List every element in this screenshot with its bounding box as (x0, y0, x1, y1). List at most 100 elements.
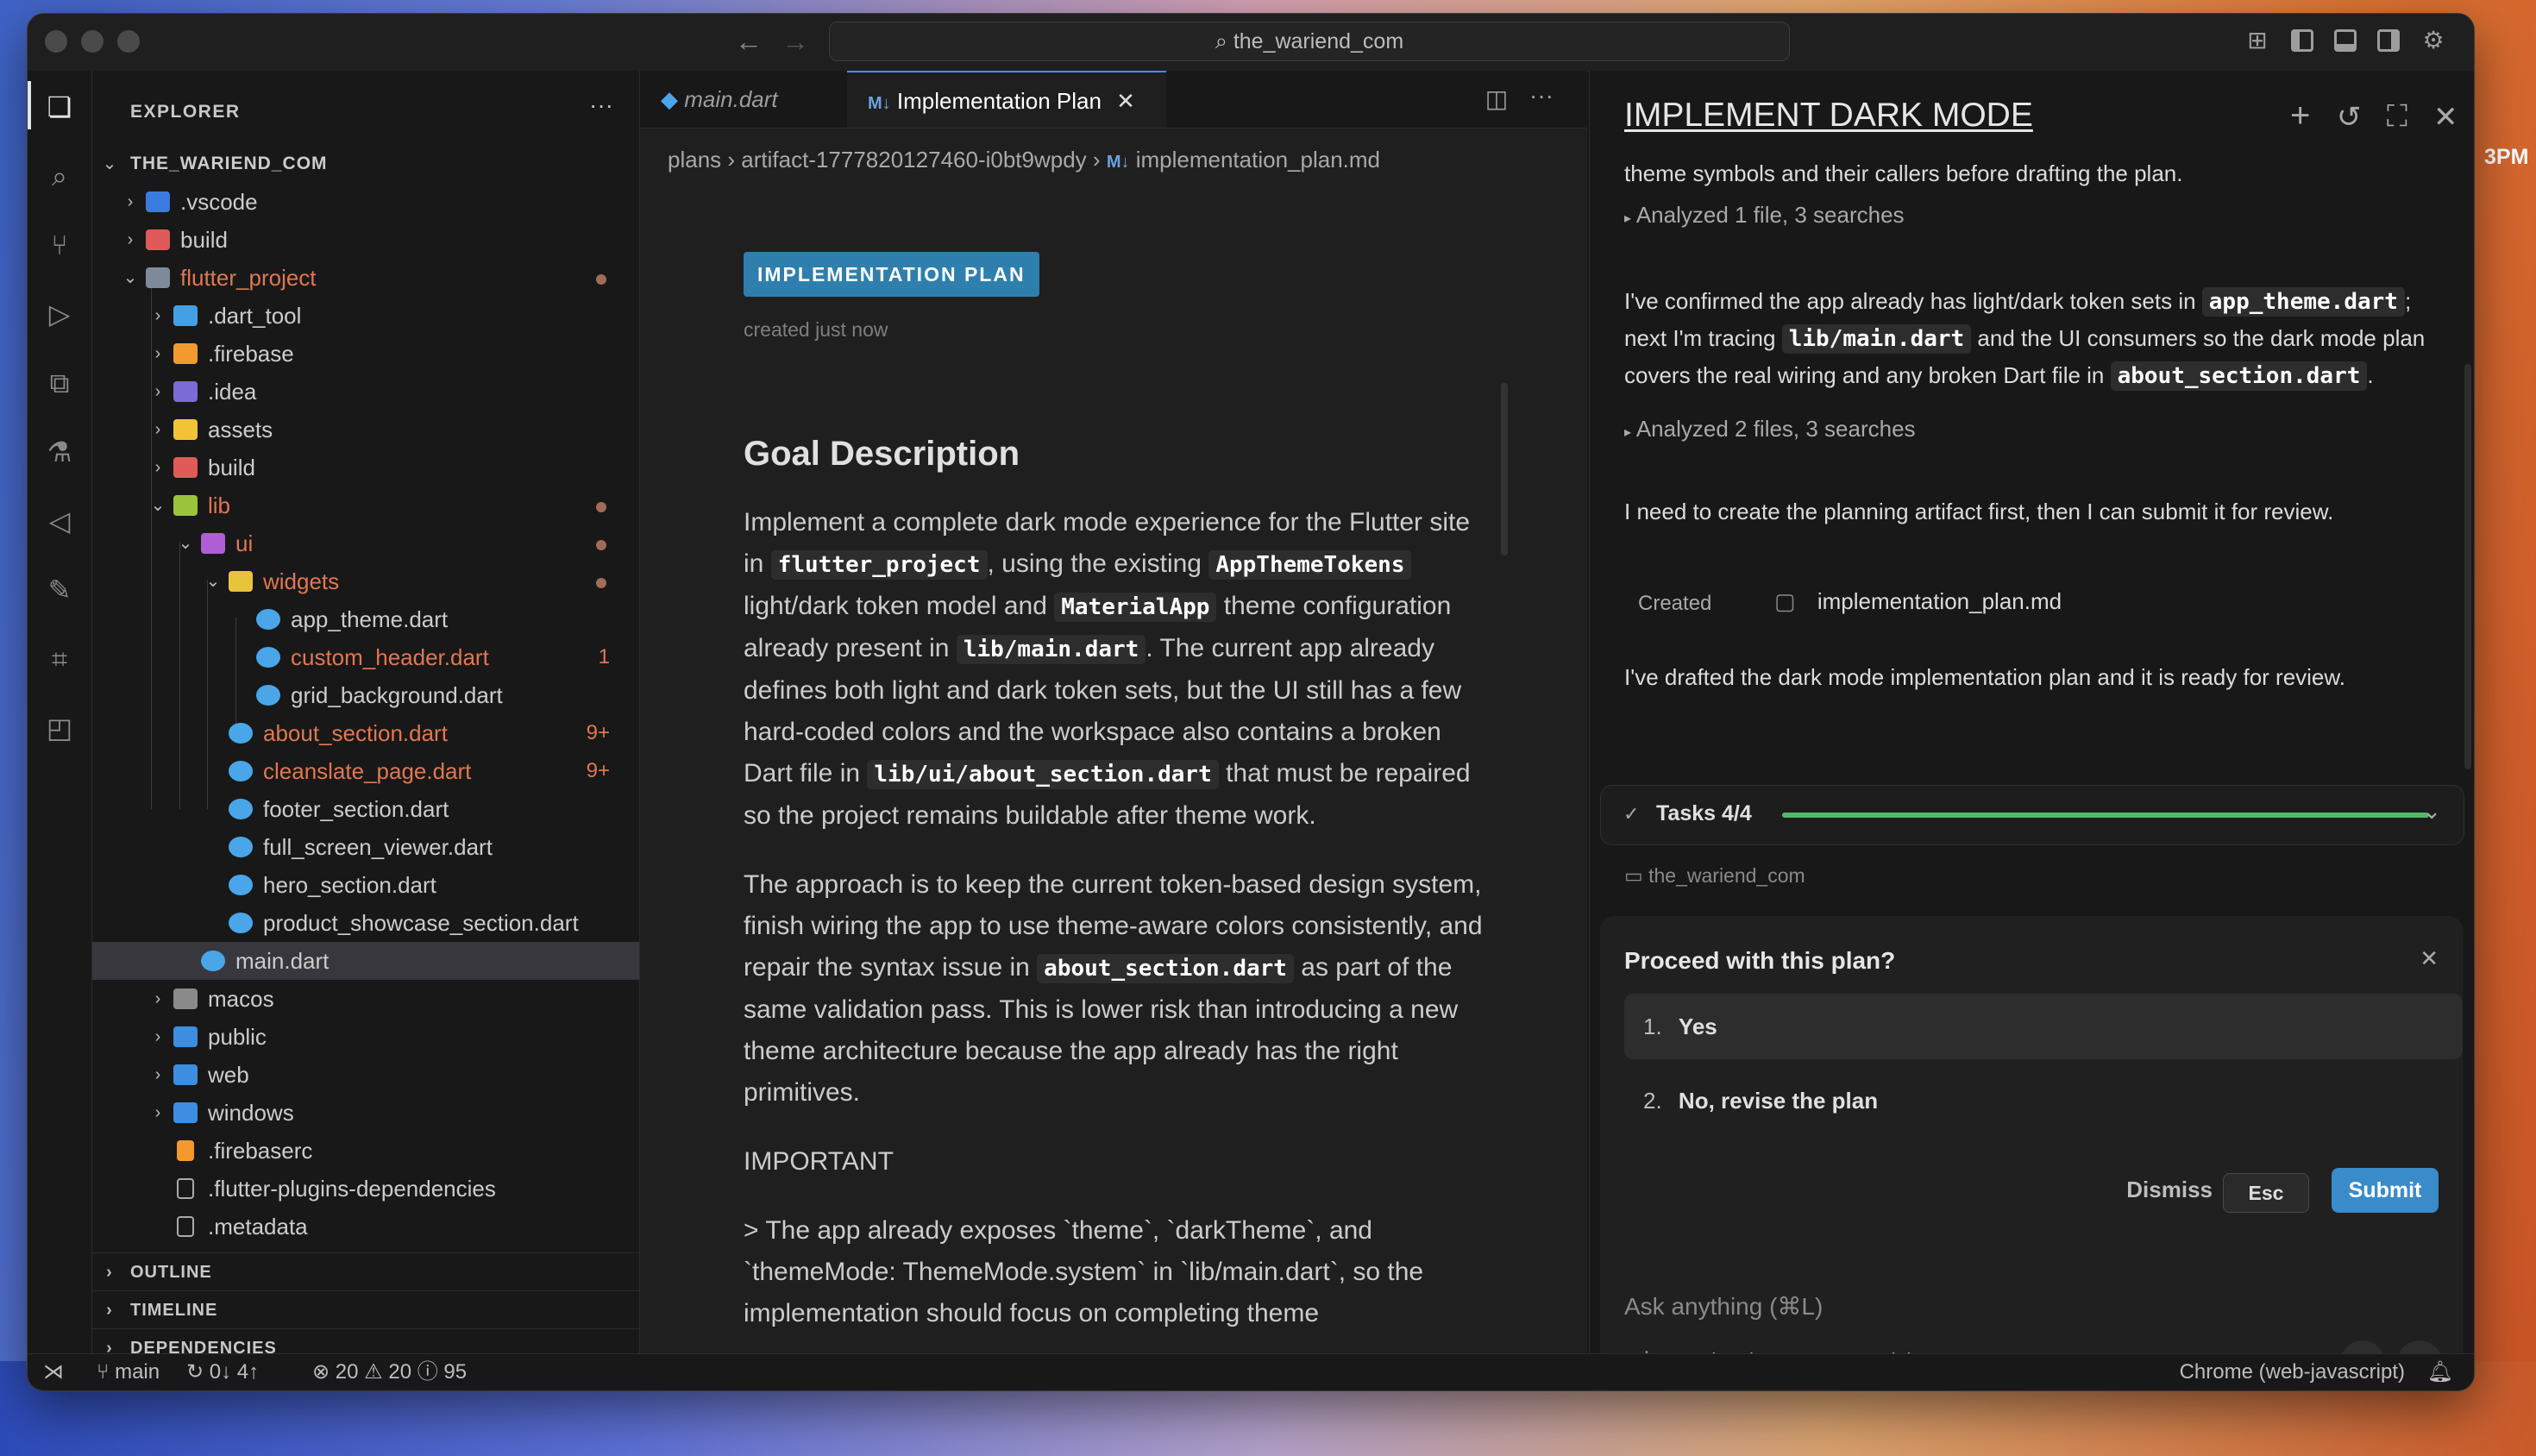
forward-arrow-icon[interactable]: → (782, 26, 809, 58)
folder-icon (173, 1102, 198, 1123)
tree-folder-flutter-project[interactable]: ⌄ flutter_project (92, 259, 639, 297)
testing-flask-icon[interactable]: ⚗ (44, 436, 75, 468)
tree-file-firebaserc[interactable]: .firebaserc (92, 1132, 639, 1170)
new-chat-plus-icon[interactable]: + (2290, 97, 2310, 135)
tree-folder-build-2[interactable]: › build (92, 449, 639, 486)
explorer-files-icon[interactable]: ❏ (44, 91, 75, 122)
folder-icon (173, 305, 198, 326)
tree-folder-vscode[interactable]: › .vscode (92, 183, 639, 221)
tree-folder-ui[interactable]: ⌄ ui (92, 524, 639, 562)
folder-icon (173, 988, 198, 1009)
tree-folder-dart-tool[interactable]: › .dart_tool (92, 297, 639, 335)
tree-folder-assets[interactable]: › assets (92, 411, 639, 449)
minimize-window-button[interactable] (81, 30, 104, 53)
language-mode[interactable]: Chrome (web-javascript) (2180, 1354, 2405, 1390)
esc-key-hint: Esc (2223, 1173, 2309, 1213)
tree-file-main[interactable]: main.dart (92, 942, 639, 980)
tree-file-full-screen-viewer[interactable]: full_screen_viewer.dart (92, 828, 639, 866)
tree-folder-build[interactable]: › build (92, 221, 639, 259)
tree-folder-widgets[interactable]: ⌄ widgets (92, 562, 639, 600)
tree-file-custom-header[interactable]: custom_header.dart 1 (92, 638, 639, 676)
breadcrumb-segment[interactable]: artifact-1777820127460-i0bt9wpdy (741, 147, 1086, 173)
analyzed-summary-toggle[interactable]: ▸ Analyzed 2 files, 3 searches (1624, 416, 1916, 442)
problems-status[interactable]: ⊗ 20 ⚠ 20 ⓘ 95 (312, 1354, 467, 1390)
edit-pen-icon[interactable]: ✎ (44, 574, 75, 606)
checkmark-icon: ✓ (1623, 803, 1640, 825)
close-window-button[interactable] (45, 30, 67, 53)
tree-file-metadata[interactable]: .metadata (92, 1208, 639, 1246)
tab-implementation-plan[interactable]: M↓ Implementation Plan ✕ (847, 71, 1166, 128)
workspace-root[interactable]: ⌄ THE_WARIEND_COM (92, 145, 639, 183)
back-arrow-icon[interactable]: ← (735, 26, 763, 58)
more-actions-icon[interactable]: ··· (589, 91, 613, 119)
tree-file-grid-background[interactable]: grid_background.dart (92, 676, 639, 714)
remote-explorer-icon[interactable]: ⌗ (44, 643, 75, 675)
dart-file-icon (256, 609, 280, 630)
more-actions-icon[interactable]: ··· (1529, 83, 1554, 109)
branch-status[interactable]: ⑂ main (97, 1354, 160, 1390)
editor-scrollbar[interactable] (1501, 383, 1508, 555)
option-revise[interactable]: 2. No, revise the plan (1624, 1068, 2463, 1133)
timeline-section[interactable]: › TIMELINE (92, 1290, 639, 1329)
info-icon: ⓘ (417, 1360, 438, 1384)
toggle-primary-sidebar-icon[interactable] (2291, 29, 2313, 52)
remote-indicator-icon[interactable]: ⋊ (43, 1354, 64, 1390)
tasks-progress-bar[interactable]: ✓ Tasks 4/4 ⌄ (1600, 785, 2464, 845)
explorer-sidebar: EXPLORER ··· ⌄ THE_WARIEND_COM › .vscode … (92, 71, 640, 1358)
tree-folder-public[interactable]: › public (92, 1018, 639, 1056)
dart-file-icon (256, 647, 280, 668)
notifications-bell-icon[interactable]: 🔔︎ (2427, 1354, 2453, 1390)
tree-file-app-theme[interactable]: app_theme.dart (92, 600, 639, 638)
tree-folder-idea[interactable]: › .idea (92, 373, 639, 411)
settings-gear-icon[interactable]: ⚙ (2420, 28, 2446, 53)
option-yes[interactable]: 1. Yes (1624, 994, 2463, 1059)
tab-main-dart[interactable]: ◆ main.dart (640, 71, 847, 128)
search-icon[interactable]: ⌕ (44, 160, 75, 191)
tree-file-flutter-plugins[interactable]: .flutter-plugins-dependencies (92, 1170, 639, 1208)
submit-button[interactable]: Submit (2332, 1168, 2439, 1213)
goal-heading: Goal Description (744, 435, 1020, 473)
flutter-icon[interactable]: ◁ (44, 505, 75, 537)
sync-status[interactable]: ↻ 0↓ 4↑ (186, 1354, 259, 1390)
tree-folder-macos[interactable]: › macos (92, 980, 639, 1018)
extensions-icon[interactable]: ⧉ (44, 367, 75, 399)
menu-bar-clock: 3PM (2484, 145, 2529, 169)
tree-file-about-section[interactable]: about_section.dart 9+ (92, 714, 639, 752)
tree-file-product-showcase[interactable]: product_showcase_section.dart (92, 904, 639, 942)
close-panel-icon[interactable]: ✕ (2433, 100, 2458, 135)
breadcrumb-segment[interactable]: implementation_plan.md (1136, 147, 1380, 173)
toggle-secondary-sidebar-icon[interactable] (2377, 29, 2400, 52)
outline-section[interactable]: › OUTLINE (92, 1252, 639, 1291)
panel-scrollbar[interactable] (2464, 364, 2471, 769)
tree-folder-firebase[interactable]: › .firebase (92, 335, 639, 373)
breadcrumb-segment[interactable]: plans (668, 147, 721, 173)
dart-file-icon (256, 685, 280, 706)
quote-paragraph: > The app already exposes `theme`, `dark… (744, 1216, 1424, 1327)
ask-anything-input[interactable]: Ask anything (⌘L) (1624, 1292, 1823, 1321)
tree-file-hero-section[interactable]: hero_section.dart (92, 866, 639, 904)
dart-file-icon (229, 799, 253, 819)
problem-count-badge: 9+ (586, 759, 610, 782)
tree-file-cleanslate-page[interactable]: cleanslate_page.dart 9+ (92, 752, 639, 790)
customize-layout-icon[interactable]: ⊞ (2244, 28, 2270, 53)
source-control-icon[interactable]: ⑂ (44, 229, 75, 260)
split-editor-icon[interactable]: ◫ (1484, 86, 1510, 112)
tree-folder-windows[interactable]: › windows (92, 1094, 639, 1132)
close-dialog-icon[interactable]: ✕ (2420, 945, 2439, 972)
tree-file-footer-section[interactable]: footer_section.dart (92, 790, 639, 828)
history-icon[interactable]: ↺ (2337, 100, 2362, 135)
preview-icon[interactable]: ◰ (44, 712, 75, 744)
dismiss-button[interactable]: Dismiss (2126, 1177, 2213, 1203)
fullscreen-icon[interactable]: ⛶ (2387, 100, 2407, 134)
tree-folder-lib[interactable]: ⌄ lib (92, 486, 639, 524)
close-tab-icon[interactable]: ✕ (1116, 88, 1135, 114)
modified-dot (596, 540, 606, 550)
command-center-search[interactable]: ⌕ the_wariend_com (829, 22, 1790, 61)
chevron-down-icon[interactable]: ⌄ (2422, 798, 2441, 825)
maximize-window-button[interactable] (117, 30, 140, 53)
run-debug-icon[interactable]: ▷ (44, 298, 75, 329)
tree-folder-web[interactable]: › web (92, 1056, 639, 1094)
analyzed-summary-toggle[interactable]: ▸ Analyzed 1 file, 3 searches (1624, 202, 1905, 229)
toggle-panel-icon[interactable] (2334, 29, 2357, 52)
created-file-link[interactable]: ▢ implementation_plan.md (1774, 588, 2062, 615)
